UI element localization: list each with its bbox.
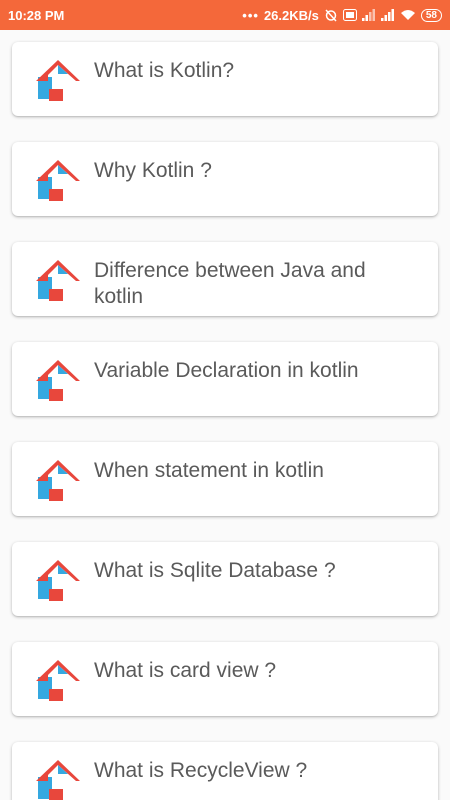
kotlin-house-icon xyxy=(32,755,82,800)
status-icons: ••• 26.2KB/s 58 xyxy=(242,8,442,23)
battery-level: 58 xyxy=(425,9,437,21)
list-item-title: What is Kotlin? xyxy=(94,59,235,82)
kotlin-house-icon xyxy=(32,155,82,205)
list-item[interactable]: What is Kotlin? xyxy=(12,42,438,116)
signal-icon xyxy=(380,9,395,21)
list-item[interactable]: What is RecycleView ? xyxy=(12,742,438,800)
kotlin-house-icon xyxy=(32,555,82,605)
kotlin-house-icon xyxy=(32,455,82,505)
list-item[interactable]: Why Kotlin ? xyxy=(12,142,438,216)
list-item-title: When statement in kotlin xyxy=(94,459,324,482)
list-item-title: Why Kotlin ? xyxy=(94,159,212,182)
kotlin-house-icon xyxy=(32,255,82,305)
topic-list[interactable]: What is Kotlin? Why Kotlin ? Difference … xyxy=(0,30,450,800)
list-item[interactable]: Variable Declaration in kotlin xyxy=(12,342,438,416)
list-item[interactable]: What is Sqlite Database ? xyxy=(12,542,438,616)
list-item[interactable]: What is card view ? xyxy=(12,642,438,716)
list-item-title: What is card view ? xyxy=(94,659,277,682)
kotlin-house-icon xyxy=(32,655,82,705)
volte-icon xyxy=(342,9,357,21)
list-item[interactable]: When statement in kotlin xyxy=(12,442,438,516)
list-item-title: What is Sqlite Database ? xyxy=(94,559,336,582)
kotlin-house-icon xyxy=(32,55,82,105)
status-time: 10:28 PM xyxy=(8,7,65,23)
network-speed: 26.2KB/s xyxy=(263,7,319,23)
signal-icon xyxy=(361,9,376,21)
kotlin-house-icon xyxy=(32,355,82,405)
status-bar: 10:28 PM ••• 26.2KB/s 58 xyxy=(0,0,450,30)
battery-icon: 58 xyxy=(420,8,442,22)
alarm-off-icon xyxy=(324,8,338,22)
dots-icon: ••• xyxy=(242,7,259,23)
list-item-title: Variable Declaration in kotlin xyxy=(94,359,359,382)
list-item-title: What is RecycleView ? xyxy=(94,759,308,782)
list-item[interactable]: Difference between Java and kotlin xyxy=(12,242,438,316)
wifi-icon xyxy=(400,9,416,21)
list-item-title: Difference between Java and kotlin xyxy=(94,259,366,308)
